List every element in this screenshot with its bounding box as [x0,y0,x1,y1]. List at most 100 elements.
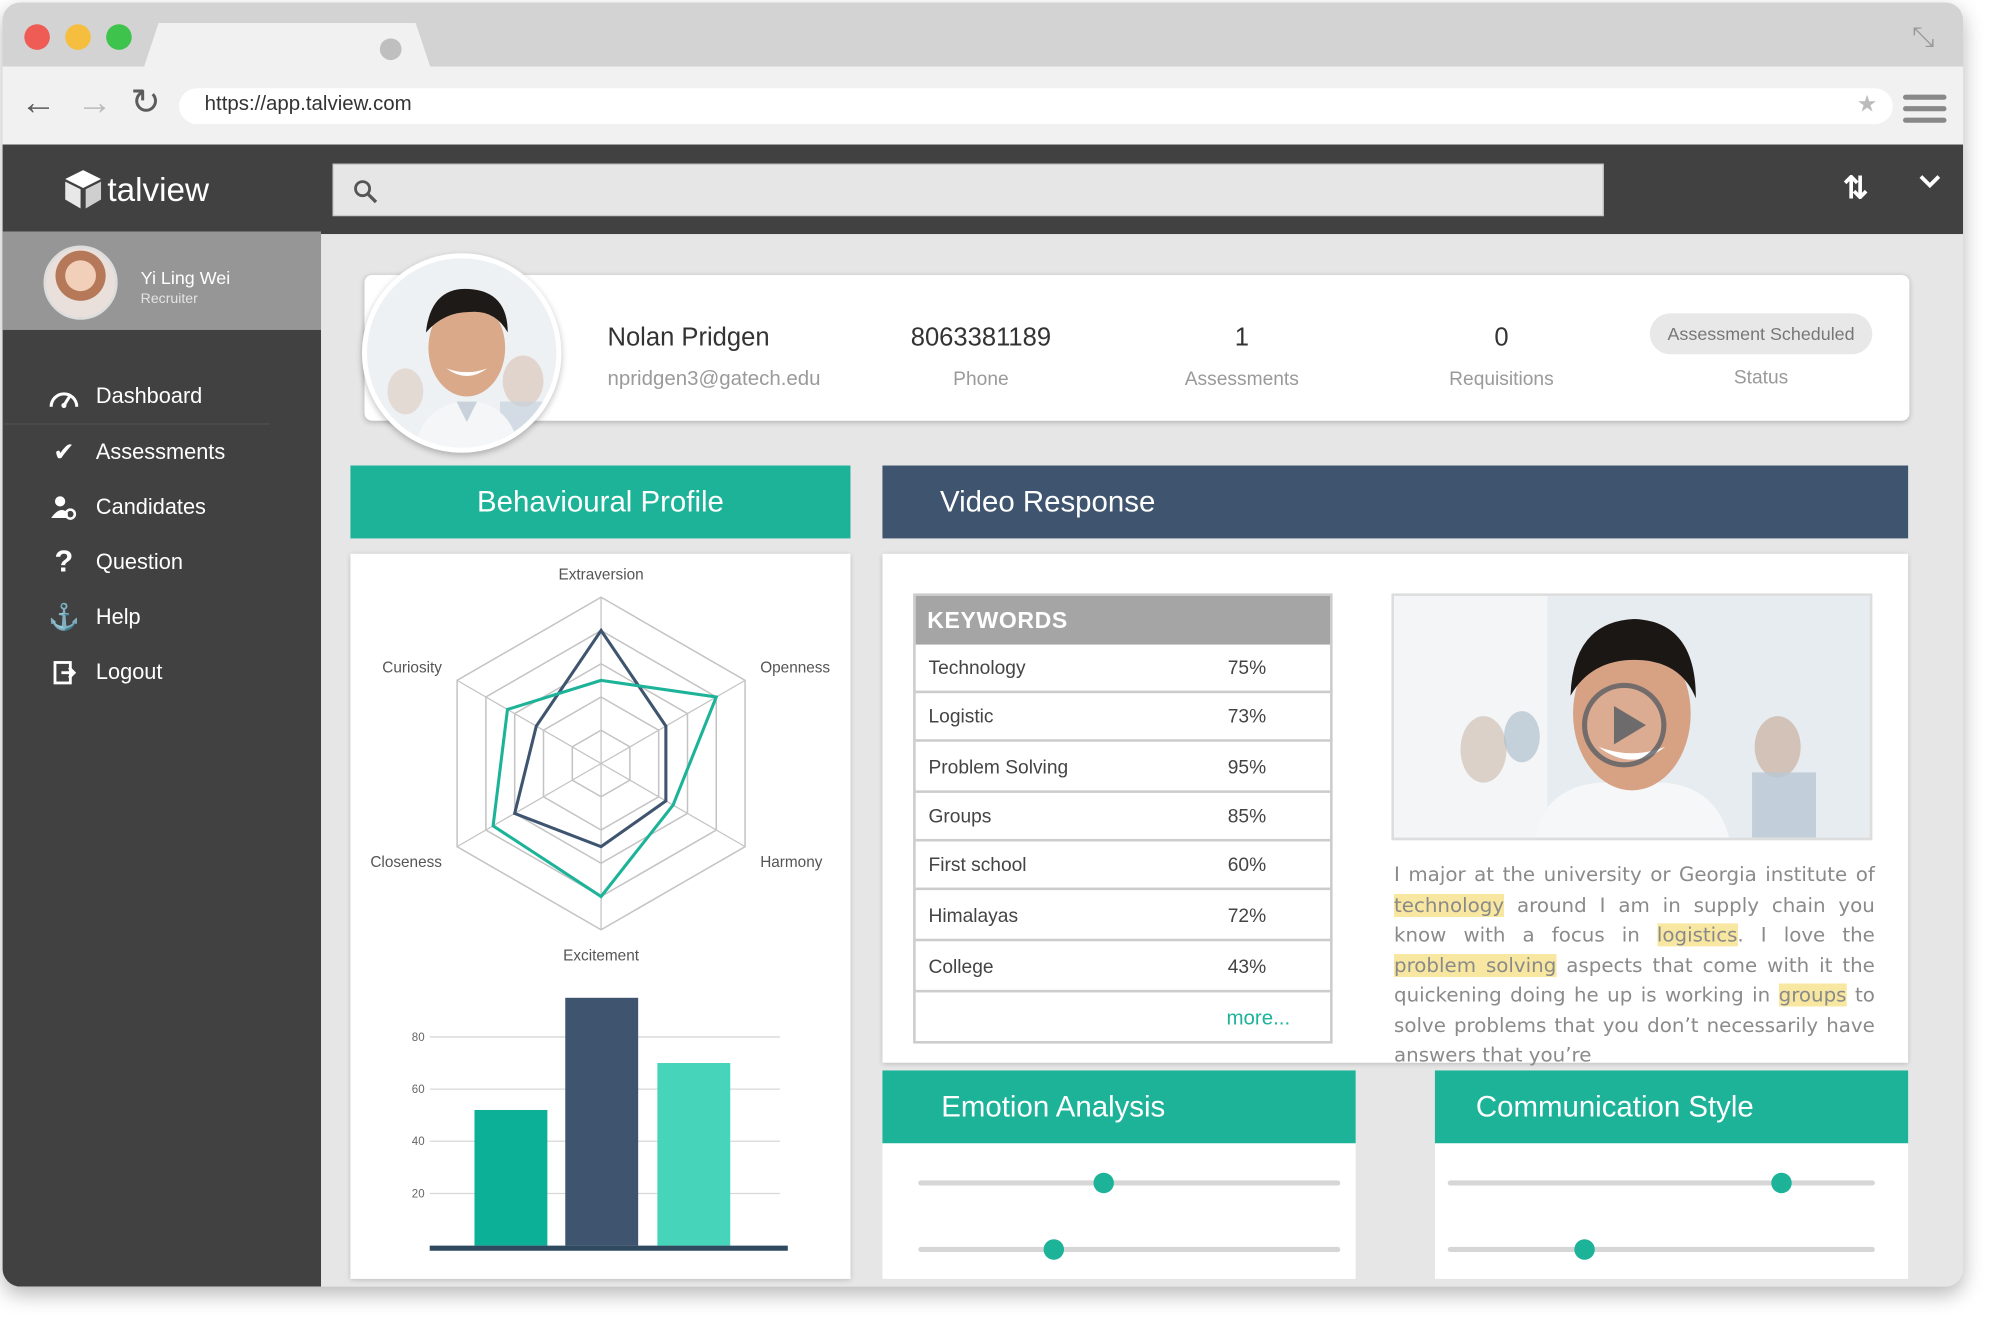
bar-y-tick-label: 80 [412,1032,425,1044]
sidebar-item-assessments[interactable]: ✔ Assessments [3,425,321,480]
communication-slider-knob[interactable] [1770,1172,1792,1194]
communication-slider-knob[interactable] [1574,1239,1595,1260]
bar-y-tick-label: 60 [412,1084,425,1096]
tab-close-icon[interactable] [379,38,402,61]
keyword-name: Technology [928,657,1026,680]
candidate-name: Nolan Pridgen [607,323,770,352]
radar-axis-label: Openness [760,660,830,677]
person-settings-icon [46,493,82,521]
keyword-name: First school [928,854,1027,877]
transcript-text: I major at the university or Georgia ins… [1394,863,1875,887]
sidebar-item-label: Logout [95,659,163,684]
talview-cube-icon [65,170,102,209]
keyword-row: Himalayas 72% [915,893,1331,942]
bar-chart: 20 40 60 80 [412,997,788,1251]
keyword-name: Logistic [928,705,994,728]
keyword-name: Problem Solving [928,757,1069,779]
question-mark-icon: ? [54,544,74,579]
candidate-identity: Nolan Pridgen npridgen3@gatech.edu [607,324,820,392]
behavioural-panel: Extraversion Openness Harmony Excitement Clo… [350,553,851,1279]
sidebar-item-label: Help [95,604,141,629]
highlighted-keyword: problem solving [1394,953,1557,977]
keyword-percent: 75% [1227,657,1267,680]
video-response-header: Video Response [882,465,1909,539]
emotion-slider-track[interactable] [918,1180,1341,1186]
sidebar-item-candidates[interactable]: Candidates [3,480,321,535]
keyword-row: Technology 75% [915,645,1331,694]
logout-icon [46,659,82,685]
maximize-window-button[interactable] [106,24,132,50]
keyword-row: Problem Solving 95% [915,744,1331,793]
radar-series-1 [491,678,719,899]
keyword-row: First school 60% [915,842,1331,891]
radar-axis-label: Excitement [563,947,640,963]
close-window-button[interactable] [24,24,50,50]
sidebar-item-help[interactable]: ⚓ Help [3,590,321,645]
candidate-photo [361,253,562,453]
phone-label: Phone [953,368,1009,391]
candidate-email[interactable]: npridgen3@gatech.edu [607,368,820,391]
status-label: Status [1733,367,1789,389]
requisitions-count: 0 [1494,323,1509,352]
reload-icon[interactable]: ↻ [130,84,160,120]
behavioural-profile-header: Behavioural Profile [350,465,851,539]
sidebar-item-question[interactable]: ? Question [3,535,321,590]
tab-bar: ⤡ [2,2,1964,70]
checkmark-icon: ✔ [53,438,75,467]
phone-stat: 8063381189 Phone [853,324,1109,391]
emotion-panel [882,1143,1356,1279]
brand-name: talview [107,169,210,208]
sidebar-item-label: Dashboard [95,383,203,408]
top-bar: ⇅ [321,144,1964,235]
chevron-down-icon[interactable] [1917,173,1943,191]
keyword-percent: 85% [1227,805,1267,828]
candidate-card: Nolan Pridgen npridgen3@gatech.edu 80633… [364,274,1910,421]
keyword-row: Logistic 73% [915,693,1331,742]
bookmark-star-icon[interactable]: ★ [1857,91,1878,118]
back-arrow-icon[interactable]: ← [20,84,56,120]
radar-axis-label: Curiosity [382,660,442,677]
highlighted-keyword: technology [1394,893,1505,917]
keyword-name: College [928,956,994,979]
keyword-percent: 72% [1227,905,1267,928]
sidebar-item-dashboard[interactable]: Dashboard [2,370,270,425]
bar-2 [657,1063,731,1246]
communication-slider-track[interactable] [1447,1246,1875,1253]
communication-panel [1434,1143,1909,1279]
search-icon [354,180,378,204]
emotion-slider-track[interactable] [918,1246,1341,1253]
sidebar-menu: Dashboard ✔ Assessments Candidates ? Que… [2,370,321,700]
forward-arrow-icon[interactable]: → [77,84,113,120]
keyword-percent: 73% [1227,705,1267,728]
requisitions-stat: 0 Requisitions [1374,324,1630,391]
communication-style-header: Communication Style [1434,1070,1909,1144]
status-badge: Assessment Scheduled [1649,313,1873,355]
fullscreen-icon[interactable]: ⤡ [1912,20,1935,53]
keywords-header: KEYWORDS [915,595,1331,645]
user-profile[interactable]: Yi Ling Wei Recruiter [2,231,322,330]
browser-nav-row: ← → ↻ https://app.talview.com ★ [2,66,1964,145]
keyword-percent: 60% [1227,854,1267,877]
status-stat: Assessment Scheduled Status [1618,313,1904,389]
bar-1 [565,997,639,1246]
search-input[interactable] [332,163,1604,217]
phone-value: 8063381189 [910,323,1052,352]
browser-menu-icon[interactable] [1903,94,1947,123]
dashboard-gauge-icon [46,384,82,410]
emotion-slider-knob[interactable] [1043,1239,1064,1260]
keyword-name: Groups [928,805,992,828]
sort-icon[interactable]: ⇅ [1843,170,1869,207]
address-bar[interactable]: https://app.talview.com ★ [179,88,1893,125]
talview-logo[interactable]: talview [61,168,209,211]
keyword-percent: 95% [1227,757,1267,779]
communication-slider-track[interactable] [1447,1180,1875,1186]
play-icon[interactable] [1579,680,1669,770]
keywords-table: KEYWORDS Technology 75% Logistic 73% Problem… [913,593,1333,1044]
video-player[interactable] [1391,593,1873,841]
avatar [43,245,118,320]
sidebar-item-logout[interactable]: Logout [3,645,321,700]
minimize-window-button[interactable] [65,24,91,50]
radar-axis-label: Harmony [760,854,823,871]
more-keywords-link[interactable]: more... [1226,1008,1290,1031]
bar-0 [474,1109,548,1246]
